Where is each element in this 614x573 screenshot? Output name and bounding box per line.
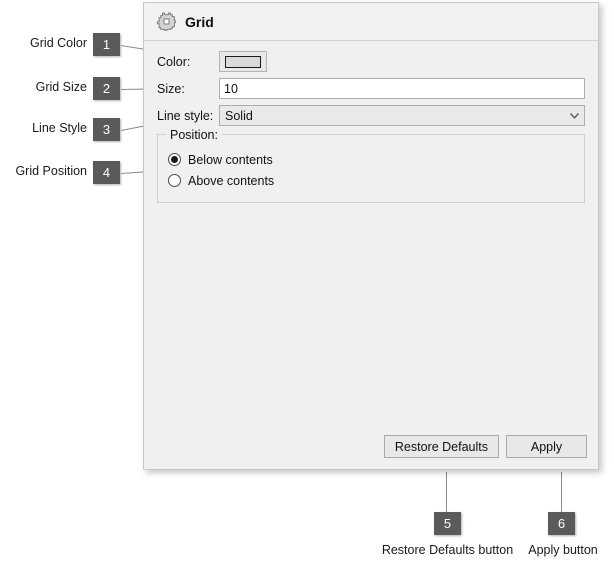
line-style-value: Solid: [225, 108, 253, 123]
annotation-leader-6: [561, 472, 562, 512]
restore-defaults-button[interactable]: Restore Defaults: [383, 435, 499, 458]
annotation-badge-6: 6: [548, 512, 575, 535]
annotation-badge-2: 2: [93, 77, 120, 100]
annotation-badge-4: 4: [93, 161, 120, 184]
dialog-body: Color: Size: Line style: Solid: [144, 41, 598, 203]
size-field-row: Size:: [157, 78, 585, 99]
position-groupbox-title: Position:: [166, 128, 222, 142]
annotation-badge-5: 5: [434, 512, 461, 535]
apply-button[interactable]: Apply: [506, 435, 587, 458]
radio-below-contents-label: Below contents: [188, 152, 273, 167]
annotation-badge-3: 3: [93, 118, 120, 141]
color-swatch: [225, 55, 261, 68]
radio-above-contents-label: Above contents: [188, 173, 275, 188]
grid-icon: [157, 12, 176, 31]
dialog-title: Grid: [185, 13, 214, 30]
annotation-leader-5: [446, 472, 447, 512]
annotation-badge-1: 1: [93, 33, 120, 56]
annotation-label-5: Restore Defaults button: [381, 543, 514, 557]
annotation-label-1: Grid Color: [30, 36, 87, 50]
size-label: Size:: [157, 81, 185, 96]
annotation-label-4: Grid Position: [15, 164, 87, 178]
color-label: Color:: [157, 54, 191, 69]
radio-above-contents-icon[interactable]: [168, 174, 181, 187]
annotation-label-6: Apply button: [528, 543, 598, 557]
radio-below-contents[interactable]: Below contents: [168, 149, 574, 170]
color-field-row: Color:: [157, 51, 585, 72]
radio-below-contents-icon[interactable]: [168, 153, 181, 166]
position-groupbox: Position: Below contents Above contents: [157, 128, 585, 203]
grid-size-input[interactable]: [219, 78, 585, 99]
radio-above-contents[interactable]: Above contents: [168, 170, 574, 191]
dialog-footer: Restore Defaults Apply: [383, 435, 587, 458]
chevron-down-icon[interactable]: [565, 106, 584, 125]
grid-settings-dialog: Grid Color: Size: Line style: Solid: [143, 2, 599, 470]
annotation-label-3: Line Style: [32, 121, 87, 135]
annotation-label-2: Grid Size: [35, 80, 87, 94]
radio-selected-dot: [171, 156, 178, 163]
line-style-label: Line style:: [157, 108, 214, 123]
grid-color-button[interactable]: [219, 51, 267, 72]
line-style-select[interactable]: Solid: [219, 105, 585, 126]
line-style-field-row: Line style: Solid: [157, 105, 585, 126]
dialog-header: Grid: [144, 3, 598, 41]
